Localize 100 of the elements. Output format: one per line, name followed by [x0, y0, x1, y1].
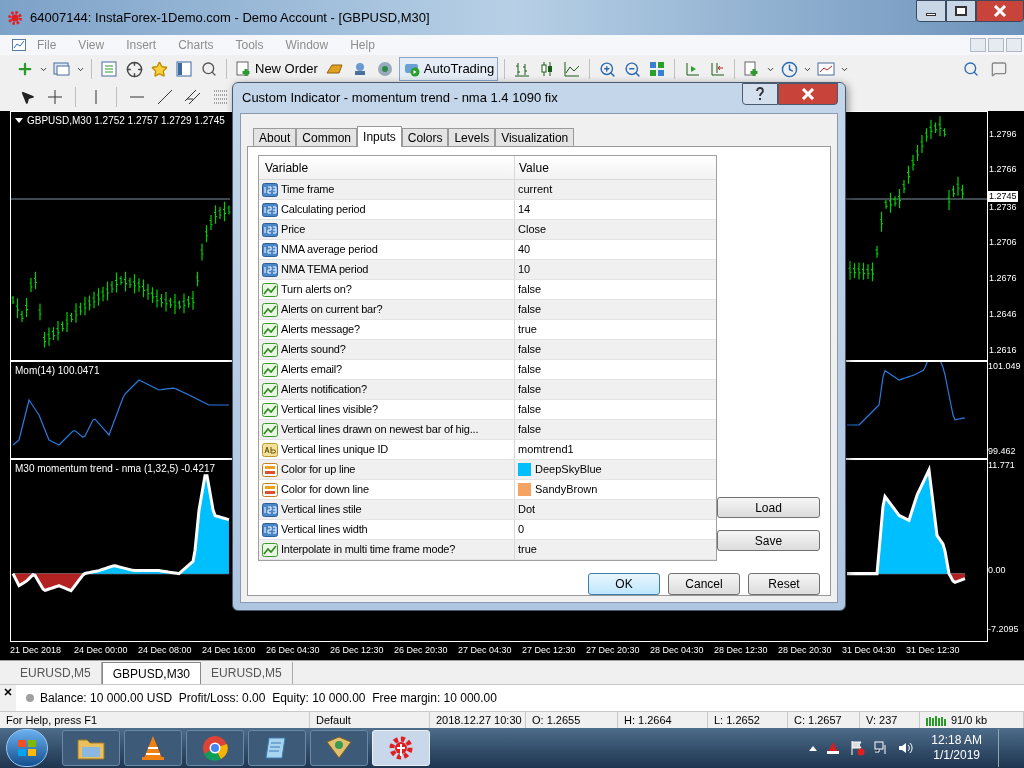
- close-icon[interactable]: [4, 688, 12, 696]
- variable-value[interactable]: 10: [518, 261, 531, 278]
- maximize-button[interactable]: [946, 0, 976, 22]
- minimize-button[interactable]: [916, 0, 946, 22]
- terminal-icon[interactable]: [173, 58, 195, 80]
- dialog-button[interactable]: Cancel: [668, 573, 740, 595]
- clock-date[interactable]: 1/1/2019: [933, 748, 980, 763]
- pane-label: M30 momentum trend - nma (1,32,5) -0.4217: [15, 462, 216, 476]
- variable-value[interactable]: 40: [518, 241, 531, 258]
- taskbar-app[interactable]: [310, 730, 368, 766]
- variable-value[interactable]: false: [518, 341, 542, 358]
- variable-value[interactable]: false: [518, 401, 542, 418]
- price-tick: 1.2796: [988, 129, 1018, 140]
- question-mark-icon: [755, 87, 765, 101]
- variable-name: Time frame: [281, 182, 335, 198]
- dialog-tab[interactable]: Inputs: [357, 126, 402, 147]
- variable-value[interactable]: DeepSkyBlue: [535, 461, 602, 478]
- time-tick: 24 Dec 00:00: [74, 644, 129, 658]
- windows-logo-icon: [17, 739, 37, 757]
- variable-value[interactable]: false: [518, 301, 542, 318]
- variable-value[interactable]: false: [518, 361, 542, 378]
- variable-value[interactable]: SandyBrown: [535, 481, 598, 498]
- variable-name: Alerts notification?: [281, 382, 367, 398]
- variable-value[interactable]: 0: [518, 521, 525, 538]
- dialog-button[interactable]: OK: [588, 573, 660, 595]
- chart-icon: [262, 282, 278, 297]
- dialog-tab[interactable]: Levels: [448, 128, 496, 146]
- tray-app-icon[interactable]: [825, 740, 842, 756]
- indicator-tick: -7.2095: [988, 624, 1019, 635]
- column-header[interactable]: Value: [515, 156, 716, 179]
- dialog-button[interactable]: Save: [717, 530, 820, 551]
- auto-trading-button[interactable]: AutoTrading: [398, 57, 499, 81]
- variable-name: Vertical lines unique ID: [281, 442, 389, 458]
- variable-value[interactable]: true: [518, 321, 537, 338]
- caret-up-icon[interactable]: [809, 745, 818, 751]
- price-tick: 1.2616: [988, 345, 1018, 356]
- variable-value[interactable]: 14: [518, 201, 531, 218]
- indicator-tick: 101.049: [988, 361, 1022, 372]
- dialog-title: Custom Indicator - momentum trend - nma 1.4 1090 fix: [241, 89, 558, 108]
- dialog-tab[interactable]: Visualization: [495, 128, 575, 146]
- flag-icon[interactable]: [849, 740, 866, 756]
- help-button[interactable]: [742, 83, 778, 105]
- variable-value[interactable]: true: [518, 541, 537, 558]
- connection-bars-icon: [926, 714, 948, 726]
- status-text: C: 1.2657: [794, 713, 842, 727]
- indicator-tick: 0.00: [988, 565, 1006, 576]
- dialog-tab[interactable]: Colors: [401, 128, 449, 146]
- variable-value[interactable]: Close: [518, 221, 547, 238]
- variable-value[interactable]: momtrend1: [518, 441, 574, 458]
- gear-icon: [6, 8, 24, 27]
- start-button[interactable]: [6, 729, 48, 767]
- variable-value[interactable]: current: [518, 181, 553, 198]
- variable-name: NMA TEMA period: [281, 262, 369, 278]
- taskbar-app[interactable]: [186, 730, 244, 766]
- variable-value[interactable]: Dot: [518, 501, 536, 518]
- time-tick: 27 Dec 20:30: [586, 644, 641, 658]
- dropdown-arrow-icon[interactable]: [15, 118, 23, 123]
- time-tick: 21 Dec 2018: [10, 644, 63, 658]
- account-summary: Balance: 10 000.00 USD Profit/Loss: 0.00 Equity: 10 000.00 Free margin: 10 000.00: [40, 690, 497, 707]
- column-header[interactable]: Variable: [259, 156, 515, 179]
- dialog-tab[interactable]: About: [253, 128, 297, 146]
- speaker-icon[interactable]: [897, 740, 914, 756]
- chart-tab[interactable]: GBPUSD,M30: [101, 662, 202, 684]
- status-text: Default: [316, 713, 351, 727]
- close-button[interactable]: [778, 83, 838, 105]
- indicator-tick: 99.462: [988, 446, 1017, 457]
- time-tick: 24 Dec 16:00: [202, 644, 257, 658]
- status-text: O: 1.2655: [532, 713, 581, 727]
- time-tick: 27 Dec 04:30: [458, 644, 513, 658]
- time-tick: 24 Dec 08:00: [138, 644, 193, 658]
- chart-icon: [262, 362, 278, 377]
- variable-value[interactable]: false: [518, 381, 542, 398]
- taskbar-app[interactable]: [124, 730, 182, 766]
- dialog-button[interactable]: Load: [717, 497, 820, 518]
- clock-time[interactable]: 12:18 AM: [931, 733, 982, 748]
- variable-name: Vertical lines visible?: [281, 402, 378, 418]
- chart-icon: [262, 322, 278, 337]
- variable-value[interactable]: false: [518, 281, 542, 298]
- number-type-icon: [262, 262, 278, 277]
- time-tick: 26 Dec 12:30: [330, 644, 385, 658]
- price-tick: 1.2736: [988, 202, 1018, 213]
- window-title: 64007144: InstaForex-1Demo.com - Demo Account - [GBPUSD,M30]: [30, 8, 430, 27]
- status-text: L: 1.2652: [714, 713, 760, 727]
- close-button[interactable]: [976, 0, 1024, 22]
- price-tick: 1.2676: [988, 273, 1018, 284]
- taskbar-app[interactable]: [62, 730, 120, 766]
- new-order-button[interactable]: New Order: [233, 58, 321, 80]
- dialog-tab[interactable]: Common: [296, 128, 358, 146]
- dialog-button[interactable]: Reset: [748, 573, 820, 595]
- status-text: H: 1.2664: [624, 713, 672, 727]
- time-tick: 31 Dec 12:30: [906, 644, 961, 658]
- taskbar-app[interactable]: [248, 730, 306, 766]
- variable-name: Vertical lines stile: [281, 502, 362, 518]
- variable-value[interactable]: false: [518, 421, 542, 438]
- variable-name: Color for down line: [281, 482, 369, 498]
- palette-icon: [262, 462, 278, 477]
- close-icon: [993, 5, 1007, 17]
- time-tick: 27 Dec 12:30: [522, 644, 577, 658]
- cone-icon: [139, 734, 167, 762]
- price-tick: 1.2706: [988, 237, 1018, 248]
